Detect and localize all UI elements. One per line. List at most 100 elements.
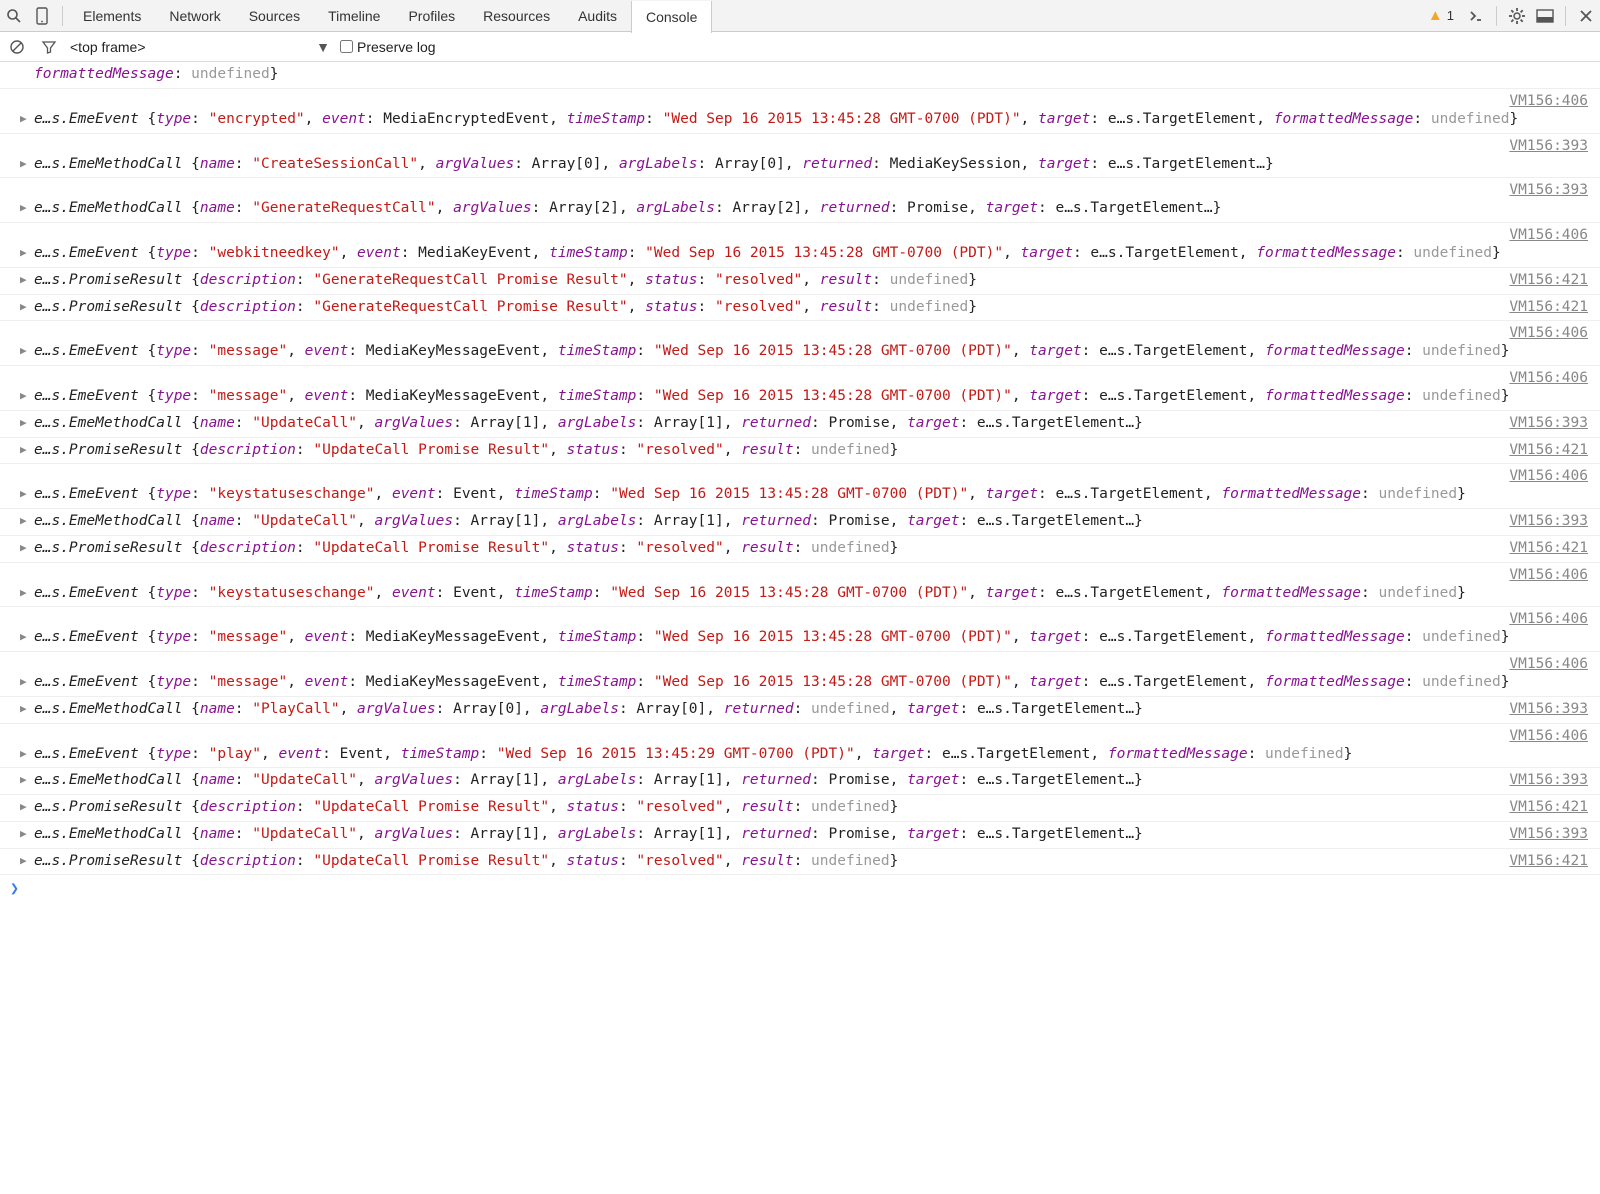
console-row[interactable]: ▶e…s.PromiseResult {description: "Update… [0,438,1600,465]
preserve-log-label: Preserve log [357,39,436,55]
expand-icon[interactable]: ▶ [20,540,27,557]
expand-icon[interactable]: ▶ [20,415,27,432]
expand-icon[interactable]: ▶ [20,853,27,870]
console-row[interactable]: ▶e…s.EmeEvent {type: "keystatuseschange"… [0,464,1600,509]
device-mode-icon[interactable] [28,2,56,30]
expand-icon[interactable]: ▶ [20,826,27,843]
source-link[interactable]: VM156:421 [1509,270,1588,292]
expand-icon[interactable]: ▶ [20,272,27,289]
tabs-host: ElementsNetworkSourcesTimelineProfilesRe… [69,0,712,32]
gear-icon[interactable] [1503,2,1531,30]
console-row[interactable]: ▶e…s.EmeMethodCall {name: "GenerateReque… [0,178,1600,223]
chevron-down-icon: ▼ [316,39,330,55]
source-link[interactable]: VM156:421 [1509,538,1588,560]
console-prompt-icon[interactable] [1462,2,1490,30]
console-row[interactable]: ▶e…s.PromiseResult {description: "Update… [0,849,1600,876]
console-row[interactable]: ▶e…s.EmeEvent {type: "message", event: M… [0,321,1600,366]
source-link[interactable]: VM156:393 [1509,511,1588,533]
console-prompt[interactable]: ❯ [0,875,1600,901]
dock-icon[interactable] [1531,2,1559,30]
expand-icon[interactable]: ▶ [20,746,27,763]
console-row[interactable]: ▶e…s.EmeMethodCall {name: "UpdateCall", … [0,509,1600,536]
source-link[interactable]: VM156:393 [1509,413,1588,435]
console-row[interactable]: ▶e…s.EmeEvent {type: "message", event: M… [0,652,1600,697]
filter-icon[interactable] [38,36,60,58]
frame-selector[interactable]: <top frame> ▼ [70,39,330,55]
expand-icon[interactable]: ▶ [20,442,27,459]
console-row[interactable]: ▶e…s.EmeEvent {type: "encrypted", event:… [0,89,1600,134]
source-link[interactable]: VM156:421 [1509,297,1588,319]
expand-icon[interactable]: ▶ [20,513,27,530]
console-row[interactable]: ▶e…s.EmeEvent {type: "keystatuseschange"… [0,563,1600,608]
source-link[interactable]: VM156:393 [1509,699,1588,721]
console-row[interactable]: ▶e…s.EmeEvent {type: "message", event: M… [0,366,1600,411]
source-link[interactable]: VM156:393 [1509,770,1588,792]
expand-icon[interactable]: ▶ [20,486,27,503]
console-row[interactable]: ▶e…s.EmeEvent {type: "message", event: M… [0,607,1600,652]
console-row[interactable]: ▶e…s.PromiseResult {description: "Genera… [0,268,1600,295]
console-row[interactable]: ▶e…s.EmeMethodCall {name: "UpdateCall", … [0,768,1600,795]
warning-count: 1 [1447,8,1454,23]
frame-selector-value: <top frame> [70,39,146,55]
tab-profiles[interactable]: Profiles [394,0,469,32]
clear-console-icon[interactable] [6,36,28,58]
console-toolbar: <top frame> ▼ Preserve log [0,32,1600,62]
tab-timeline[interactable]: Timeline [314,0,394,32]
devtools-tabbar: ElementsNetworkSourcesTimelineProfilesRe… [0,0,1600,32]
console-output[interactable]: formattedMessage: undefined}▶e…s.EmeEven… [0,62,1600,875]
expand-icon[interactable]: ▶ [20,245,27,262]
expand-icon[interactable]: ▶ [20,585,27,602]
search-icon[interactable] [0,2,28,30]
warning-badge[interactable]: ▲ 1 [1428,7,1454,24]
console-row[interactable]: ▶e…s.PromiseResult {description: "Update… [0,795,1600,822]
source-link[interactable]: VM156:406 [1509,466,1588,488]
source-link[interactable]: VM156:406 [1509,323,1588,345]
separator [62,6,63,26]
console-row[interactable]: ▶e…s.EmeMethodCall {name: "CreateSession… [0,134,1600,179]
tab-audits[interactable]: Audits [564,0,631,32]
source-link[interactable]: VM156:421 [1509,440,1588,462]
tab-network[interactable]: Network [155,0,234,32]
separator [1496,6,1497,26]
source-link[interactable]: VM156:406 [1509,609,1588,631]
expand-icon[interactable]: ▶ [20,674,27,691]
console-row[interactable]: ▶e…s.EmeMethodCall {name: "PlayCall", ar… [0,697,1600,724]
expand-icon[interactable]: ▶ [20,156,27,173]
source-link[interactable]: VM156:393 [1509,136,1588,158]
expand-icon[interactable]: ▶ [20,772,27,789]
console-row[interactable]: formattedMessage: undefined} [0,62,1600,89]
expand-icon[interactable]: ▶ [20,799,27,816]
source-link[interactable]: VM156:406 [1509,654,1588,676]
console-row[interactable]: ▶e…s.EmeEvent {type: "webkitneedkey", ev… [0,223,1600,268]
source-link[interactable]: VM156:406 [1509,726,1588,748]
close-icon[interactable] [1572,2,1600,30]
expand-icon[interactable]: ▶ [20,701,27,718]
expand-icon[interactable]: ▶ [20,111,27,128]
tab-sources[interactable]: Sources [235,0,314,32]
source-link[interactable]: VM156:421 [1509,851,1588,873]
warning-icon: ▲ [1428,7,1443,24]
console-row[interactable]: ▶e…s.PromiseResult {description: "Update… [0,536,1600,563]
console-row[interactable]: ▶e…s.EmeMethodCall {name: "UpdateCall", … [0,822,1600,849]
tab-resources[interactable]: Resources [469,0,564,32]
preserve-log-checkbox[interactable]: Preserve log [340,39,436,55]
expand-icon[interactable]: ▶ [20,629,27,646]
source-link[interactable]: VM156:406 [1509,91,1588,113]
separator [1565,6,1566,26]
preserve-log-input[interactable] [340,40,353,53]
source-link[interactable]: VM156:406 [1509,565,1588,587]
tab-console[interactable]: Console [631,1,712,33]
source-link[interactable]: VM156:406 [1509,368,1588,390]
expand-icon[interactable]: ▶ [20,200,27,217]
source-link[interactable]: VM156:421 [1509,797,1588,819]
console-row[interactable]: ▶e…s.EmeMethodCall {name: "UpdateCall", … [0,411,1600,438]
expand-icon[interactable]: ▶ [20,343,27,360]
tab-elements[interactable]: Elements [69,0,155,32]
console-row[interactable]: ▶e…s.PromiseResult {description: "Genera… [0,295,1600,322]
expand-icon[interactable]: ▶ [20,299,27,316]
console-row[interactable]: ▶e…s.EmeEvent {type: "play", event: Even… [0,724,1600,769]
source-link[interactable]: VM156:406 [1509,225,1588,247]
expand-icon[interactable]: ▶ [20,388,27,405]
source-link[interactable]: VM156:393 [1509,180,1588,202]
source-link[interactable]: VM156:393 [1509,824,1588,846]
